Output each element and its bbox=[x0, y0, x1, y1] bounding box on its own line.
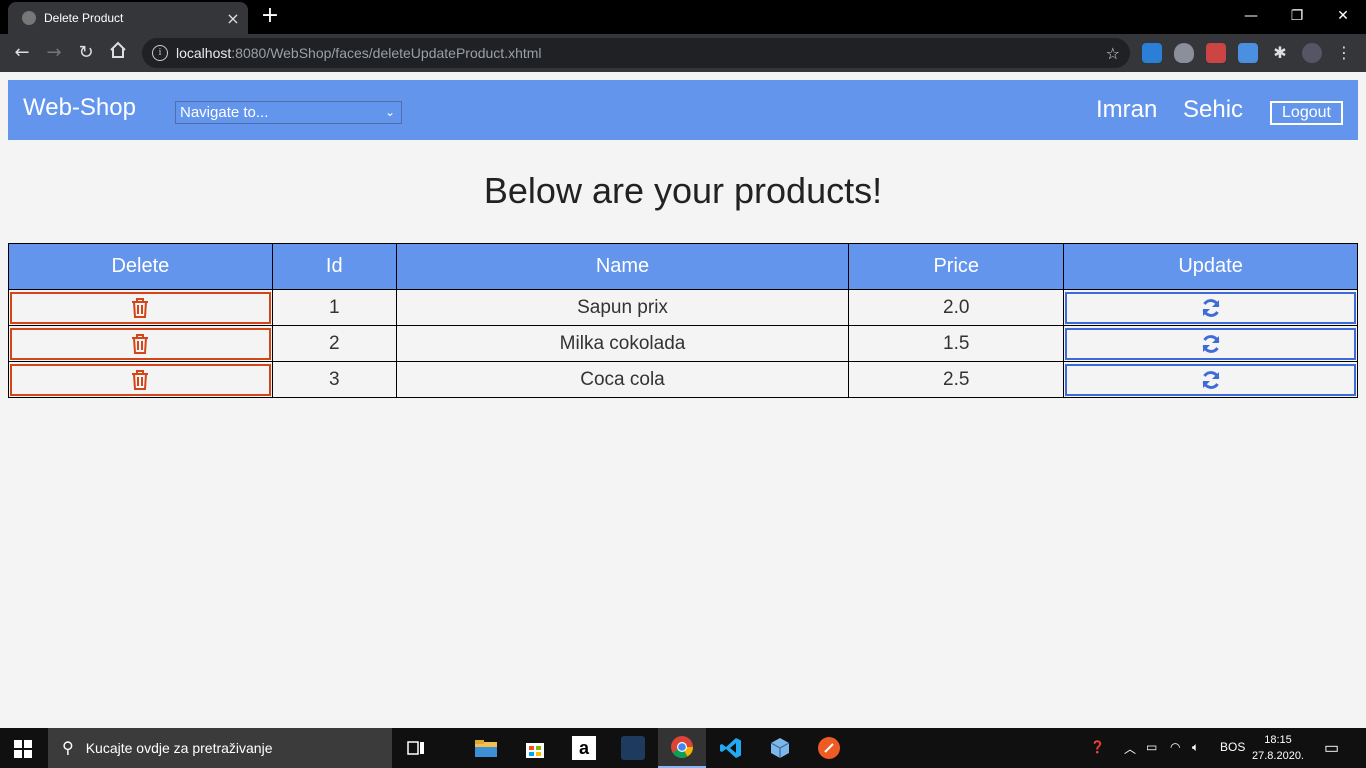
clock-date: 27.8.2020. bbox=[1252, 750, 1304, 762]
cell-id: 2 bbox=[271, 325, 397, 362]
cell-update bbox=[1063, 325, 1358, 362]
search-icon: ⚲ bbox=[62, 740, 74, 757]
column-header-name: Name bbox=[395, 243, 850, 290]
user-last-name: Sehic bbox=[1183, 96, 1244, 123]
cell-delete bbox=[8, 361, 273, 398]
table-row: 2 Milka cokolada 1.5 bbox=[8, 325, 1358, 362]
postman-icon[interactable] bbox=[805, 728, 853, 768]
cell-id: 1 bbox=[271, 289, 397, 326]
refresh-icon bbox=[1202, 370, 1220, 389]
update-button[interactable] bbox=[1065, 291, 1356, 324]
column-header-delete: Delete bbox=[8, 243, 273, 290]
volume-icon[interactable]: 🔈︎ bbox=[1192, 740, 1199, 755]
browser-toolbar: ← → ↻ i localhost:8080/WebShop/faces/del… bbox=[0, 34, 1366, 72]
bookmark-star-icon[interactable]: ☆ bbox=[1106, 44, 1120, 63]
forward-arrow-icon[interactable]: → bbox=[42, 41, 66, 65]
brand-logo[interactable]: Web-Shop bbox=[23, 94, 136, 122]
close-window-button[interactable]: ✕ bbox=[1320, 2, 1366, 30]
task-view-icon[interactable] bbox=[392, 728, 440, 768]
reload-icon[interactable]: ↻ bbox=[74, 41, 98, 65]
taskbar: ⚲ Kucajte ovdje za pretraživanje a ❓ ︿ ▭… bbox=[0, 728, 1366, 768]
table-row: 3 Coca cola 2.5 bbox=[8, 361, 1358, 398]
chevron-up-icon[interactable]: ︿ bbox=[1124, 740, 1136, 757]
update-button[interactable] bbox=[1065, 363, 1356, 396]
menu-kebab-icon[interactable]: ⋮ bbox=[1334, 43, 1354, 63]
trash-icon bbox=[132, 297, 149, 318]
column-header-price: Price bbox=[848, 243, 1065, 290]
puzzle-icon[interactable]: ✱ bbox=[1270, 43, 1290, 63]
avatar[interactable] bbox=[1302, 43, 1322, 63]
refresh-icon bbox=[1202, 334, 1220, 353]
cell-update bbox=[1063, 361, 1358, 398]
update-button[interactable] bbox=[1065, 327, 1356, 360]
cell-price: 2.0 bbox=[848, 289, 1065, 326]
delete-button[interactable] bbox=[10, 291, 271, 324]
cell-name: Milka cokolada bbox=[395, 325, 850, 362]
table-row: 1 Sapun prix 2.0 bbox=[8, 289, 1358, 326]
globe-icon bbox=[22, 11, 36, 25]
battery-icon[interactable]: ▭ bbox=[1146, 740, 1157, 754]
tab-title: Delete Product bbox=[44, 11, 124, 25]
tab-close-icon[interactable]: × bbox=[224, 9, 242, 28]
taskbar-search[interactable]: ⚲ Kucajte ovdje za pretraživanje bbox=[48, 728, 392, 768]
cell-name: Sapun prix bbox=[395, 289, 850, 326]
chevron-down-icon: ⌄ bbox=[384, 105, 395, 119]
cell-price: 2.5 bbox=[848, 361, 1065, 398]
file-explorer-icon[interactable] bbox=[462, 728, 510, 768]
cell-id: 3 bbox=[271, 361, 397, 398]
back-arrow-icon[interactable]: ← bbox=[10, 41, 34, 65]
address-bar[interactable]: i localhost:8080/WebShop/faces/deleteUpd… bbox=[142, 38, 1130, 68]
info-icon[interactable]: i bbox=[152, 45, 168, 61]
trash-icon bbox=[132, 333, 149, 354]
amazon-icon[interactable]: a bbox=[560, 728, 608, 768]
restore-button[interactable]: ❐ bbox=[1274, 2, 1320, 30]
cell-update bbox=[1063, 289, 1358, 326]
browser-tab[interactable]: Delete Product × bbox=[8, 2, 248, 34]
browser-tabstrip: Delete Product × + — ❐ ✕ bbox=[0, 0, 1366, 34]
page-title: Below are your products! bbox=[483, 170, 883, 211]
home-icon[interactable] bbox=[106, 41, 130, 65]
url-text[interactable]: localhost:8080/WebShop/faces/deleteUpdat… bbox=[176, 45, 1106, 61]
system-clock[interactable]: 18:15 27.8.2020. bbox=[1252, 732, 1304, 764]
mysql-workbench-icon[interactable] bbox=[609, 728, 657, 768]
delete-button[interactable] bbox=[10, 327, 271, 360]
virtualbox-icon[interactable] bbox=[756, 728, 804, 768]
notifications-icon[interactable]: ▭ bbox=[1324, 738, 1339, 758]
cell-price: 1.5 bbox=[848, 325, 1065, 362]
windows-start-icon[interactable] bbox=[14, 740, 32, 762]
table-header-row: Delete Id Name Price Update bbox=[8, 243, 1358, 290]
cell-delete bbox=[8, 325, 273, 362]
shield-extension-icon[interactable] bbox=[1174, 43, 1194, 63]
products-table: Delete Id Name Price Update 1 Sapun prix… bbox=[8, 243, 1358, 398]
user-first-name: Imran bbox=[1096, 96, 1158, 123]
vscode-icon[interactable] bbox=[707, 728, 755, 768]
help-icon[interactable]: ❓ bbox=[1090, 740, 1105, 754]
cell-delete bbox=[8, 289, 273, 326]
wifi-icon[interactable]: ◠ bbox=[1170, 740, 1180, 754]
navigate-select[interactable]: Navigate to... ⌄ bbox=[175, 101, 402, 124]
trash-icon bbox=[132, 369, 149, 390]
column-header-update: Update bbox=[1063, 243, 1358, 290]
extension-icon[interactable] bbox=[1206, 43, 1226, 63]
chrome-icon[interactable] bbox=[658, 728, 706, 768]
language-indicator[interactable]: BOS bbox=[1220, 740, 1245, 754]
store-icon[interactable] bbox=[511, 728, 559, 768]
column-header-id: Id bbox=[271, 243, 397, 290]
taskbar-search-placeholder: Kucajte ovdje za pretraživanje bbox=[85, 740, 273, 756]
cell-name: Coca cola bbox=[395, 361, 850, 398]
clock-time: 18:15 bbox=[1264, 734, 1292, 746]
navigate-select-value: Navigate to... bbox=[180, 104, 269, 121]
new-tab-button[interactable]: + bbox=[258, 4, 282, 28]
download-extension-icon[interactable] bbox=[1142, 43, 1162, 63]
refresh-icon bbox=[1202, 298, 1220, 317]
minimize-button[interactable]: — bbox=[1228, 2, 1274, 30]
cube-extension-icon[interactable] bbox=[1238, 43, 1258, 63]
logout-button[interactable]: Logout bbox=[1270, 101, 1343, 125]
app-header: Web-Shop Navigate to... ⌄ Imran Sehic Lo… bbox=[8, 80, 1358, 140]
delete-button[interactable] bbox=[10, 363, 271, 396]
